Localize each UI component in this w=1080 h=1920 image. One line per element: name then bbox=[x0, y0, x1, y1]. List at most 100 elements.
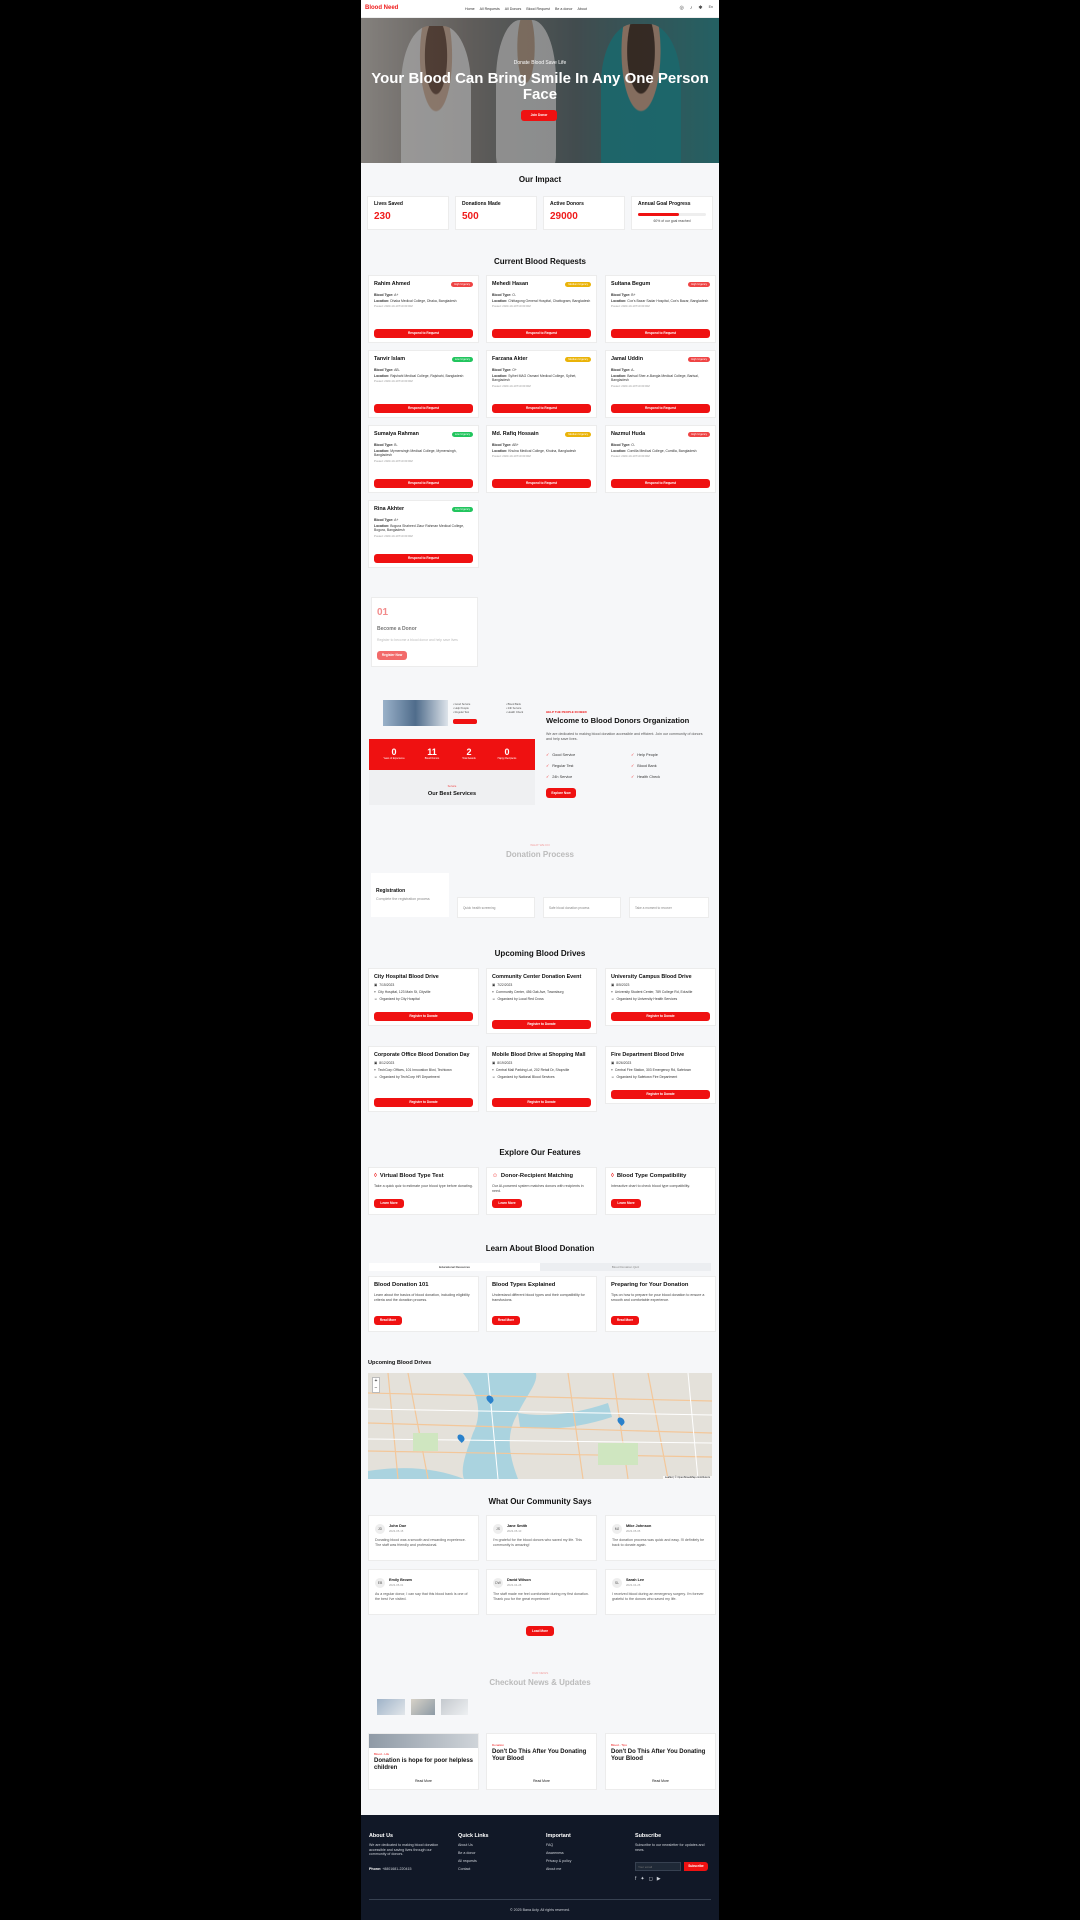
join-donor-button[interactable]: Join Donor bbox=[521, 110, 557, 121]
respond-button[interactable]: Respond to Request bbox=[374, 554, 473, 563]
read-more-link[interactable]: Read More bbox=[369, 1779, 478, 1783]
footer-link[interactable]: About Us bbox=[458, 1843, 473, 1848]
logo[interactable]: Blood Need bbox=[365, 5, 398, 11]
drive-date: ▣ 7/22/2023 bbox=[492, 983, 513, 987]
read-more-link[interactable]: Read More bbox=[606, 1779, 715, 1783]
facebook-icon[interactable]: f bbox=[635, 1876, 636, 1882]
footer-link[interactable]: Awareness bbox=[546, 1851, 564, 1856]
feature-title: ◊ Virtual Blood Type Test bbox=[374, 1173, 444, 1179]
register-to-donate-button[interactable]: Register to Donate bbox=[374, 1012, 473, 1021]
footer-link[interactable]: Be a donor bbox=[458, 1851, 476, 1856]
calendar-icon: ▣ bbox=[492, 1061, 496, 1065]
pin-icon: ⌖ bbox=[492, 1068, 494, 1072]
register-to-donate-button[interactable]: Register to Donate bbox=[374, 1098, 473, 1107]
user-icon: ☺ bbox=[611, 1075, 615, 1079]
youtube-icon[interactable]: ▶ bbox=[657, 1876, 661, 1882]
blood-type: Blood Type: O- bbox=[492, 293, 517, 297]
testimonial-text: I received blood during an emergency sur… bbox=[612, 1592, 704, 1601]
check-item: ✓ Regular Test bbox=[546, 764, 574, 768]
footer-link[interactable]: All requests bbox=[458, 1859, 477, 1864]
resource-card: Blood Types Explained Understand differen… bbox=[486, 1276, 597, 1332]
posted-date: Posted: 2023-10-10T10:30:00Z bbox=[374, 379, 413, 384]
urgency-badge: Medium Urgency bbox=[565, 282, 591, 287]
pin-icon: ⌖ bbox=[374, 990, 376, 994]
learn-more-button[interactable]: Learn More bbox=[492, 1199, 522, 1208]
newsletter-email-input[interactable] bbox=[635, 1862, 681, 1871]
request-location: Location: Barisal Sher-e-Bangla Medical … bbox=[611, 374, 699, 383]
explore-now-button[interactable]: Explore Now bbox=[546, 788, 576, 798]
load-more-button[interactable]: Load More bbox=[526, 1626, 554, 1636]
nav-about[interactable]: About bbox=[578, 7, 587, 11]
drive-location: ⌖ Central Fire Station, 303 Emergency Rd,… bbox=[611, 1068, 692, 1072]
users-icon: ☺ bbox=[492, 1173, 498, 1179]
drive-organizer: ☺ Organized by National Blood Services bbox=[492, 1075, 555, 1079]
twitter-icon[interactable]: ✦ bbox=[640, 1876, 644, 1882]
calendar-icon: ▣ bbox=[611, 983, 615, 987]
bell-icon[interactable]: ♪ bbox=[690, 5, 693, 11]
blood-drive-card: University Campus Blood Drive ▣ 8/5/2023 ⌖ U… bbox=[605, 968, 716, 1026]
theme-toggle-icon[interactable]: ✱ bbox=[698, 5, 702, 11]
blood-type: Blood Type: AB- bbox=[374, 368, 400, 372]
check-icon: ✓ bbox=[546, 775, 550, 779]
register-to-donate-button[interactable]: Register to Donate bbox=[611, 1012, 710, 1021]
nav-home[interactable]: Home bbox=[465, 7, 475, 11]
testimonial-date: 2023-05-10 bbox=[507, 1529, 522, 1533]
instagram-icon[interactable]: ◻ bbox=[649, 1876, 653, 1882]
request-location: Location: Rajshahi Medical College, Rajs… bbox=[374, 374, 464, 379]
footer-link[interactable]: Privacy & policy bbox=[546, 1859, 571, 1864]
nav-blood-request[interactable]: Blood Request bbox=[526, 7, 550, 11]
read-more-link[interactable]: Read More bbox=[487, 1779, 596, 1783]
respond-button[interactable]: Respond to Request bbox=[492, 329, 591, 338]
blood-drive-card: City Hospital Blood Drive ▣ 7/15/2023 ⌖ City… bbox=[368, 968, 479, 1026]
respond-button[interactable]: Respond to Request bbox=[492, 404, 591, 413]
tab-blood-donation-quiz[interactable]: Blood Donation Quiz bbox=[540, 1263, 711, 1271]
pin-icon: ⌖ bbox=[492, 990, 494, 994]
respond-button[interactable]: Respond to Request bbox=[374, 404, 473, 413]
learn-more-button[interactable]: Learn More bbox=[374, 1199, 404, 1208]
resource-title: Blood Donation 101 bbox=[374, 1282, 429, 1288]
respond-button[interactable]: Respond to Request bbox=[611, 404, 710, 413]
learn-more-button[interactable]: Learn More bbox=[611, 1199, 641, 1208]
respond-button[interactable]: Respond to Request bbox=[374, 479, 473, 488]
nav-all-requests[interactable]: All Requests bbox=[480, 7, 500, 11]
services-box: Service Our Best Services bbox=[369, 770, 535, 805]
respond-button[interactable]: Respond to Request bbox=[492, 479, 591, 488]
footer-link[interactable]: Contact bbox=[458, 1867, 470, 1872]
github-icon[interactable]: ◎ bbox=[680, 5, 684, 11]
drive-date: ▣ 8/5/2023 bbox=[611, 983, 630, 987]
respond-button[interactable]: Respond to Request bbox=[611, 329, 710, 338]
tab-educational-resources[interactable]: Educational Resources bbox=[369, 1263, 540, 1271]
drive-date: ▣ 8/19/2023 bbox=[492, 1061, 513, 1065]
user-icon: ☺ bbox=[611, 997, 615, 1001]
news-card: Blood - Tips Don't Do This After You Dona… bbox=[605, 1733, 716, 1790]
respond-button[interactable]: Respond to Request bbox=[611, 479, 710, 488]
nav-all-donors[interactable]: All Donors bbox=[505, 7, 522, 11]
news-title: Donation is hope for poor helpless child… bbox=[374, 1758, 474, 1771]
register-to-donate-button[interactable]: Register to Donate bbox=[492, 1020, 591, 1029]
subscribe-button[interactable]: Subscribe bbox=[684, 1862, 708, 1871]
feature-text: Take a quick quiz to estimate your blood… bbox=[374, 1184, 473, 1188]
drives-map[interactable]: + − Leaflet | © OpenStreetMap contributo… bbox=[368, 1373, 712, 1479]
read-more-button[interactable]: Read More bbox=[374, 1316, 402, 1325]
process-step-card: Safe blood donation process bbox=[543, 897, 621, 918]
social-icons: f ✦ ◻ ▶ bbox=[635, 1876, 661, 1882]
posted-date: Posted: 2023-10-10T10:30:00Z bbox=[374, 533, 413, 538]
news-card: Donation Don't Do This After You Donating… bbox=[486, 1733, 597, 1790]
read-more-button[interactable]: Read More bbox=[611, 1316, 639, 1325]
news-image bbox=[369, 1734, 478, 1748]
feature-title: ☺ Donor-Recipient Matching bbox=[492, 1173, 574, 1179]
footer-link[interactable]: FAQ bbox=[546, 1843, 553, 1848]
respond-button[interactable]: Respond to Request bbox=[374, 329, 473, 338]
register-to-donate-button[interactable]: Register to Donate bbox=[492, 1098, 591, 1107]
map-attribution[interactable]: Leaflet | © OpenStreetMap contributors bbox=[662, 1476, 712, 1479]
register-now-button[interactable]: Register Now bbox=[377, 651, 407, 660]
zoom-out-button[interactable]: − bbox=[373, 1385, 379, 1392]
read-more-button[interactable]: Read More bbox=[492, 1316, 520, 1325]
zoom-in-button[interactable]: + bbox=[373, 1378, 379, 1385]
footer-link[interactable]: About me bbox=[546, 1867, 561, 1872]
language-switch[interactable]: En bbox=[709, 5, 713, 11]
testimonial-text: I'm grateful for the blood donors who sa… bbox=[493, 1538, 582, 1547]
nav-be-a-donor[interactable]: Be a donor bbox=[555, 7, 573, 11]
become-donor-title: Become a Donor bbox=[377, 626, 417, 632]
register-to-donate-button[interactable]: Register to Donate bbox=[611, 1090, 710, 1099]
